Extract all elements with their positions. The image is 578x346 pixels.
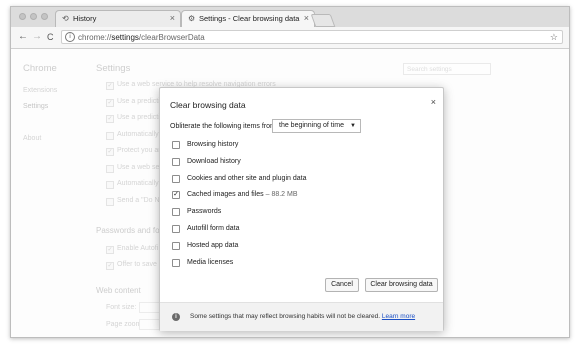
info-icon: i: [172, 313, 180, 321]
time-range-select[interactable]: the beginning of time ▼: [272, 119, 361, 133]
checkbox[interactable]: [172, 258, 180, 267]
toolbar: ← → C i chrome://settings/clearBrowserDa…: [11, 27, 569, 49]
back-arrow-icon[interactable]: ←: [18, 30, 28, 44]
clear-browsing-data-dialog: Clear browsing data × Obliterate the fol…: [159, 87, 444, 331]
page-info-icon[interactable]: i: [65, 32, 75, 42]
browser-window: ⟲ History × ⚙ Settings - Clear browsing …: [10, 6, 570, 338]
option-label: Cookies and other site and plugin data: [187, 175, 306, 182]
option-text: Cached images and files: [187, 191, 264, 199]
learn-more-link[interactable]: Learn more: [382, 313, 415, 320]
gear-icon: ⚙: [188, 14, 196, 23]
tab-label: History: [73, 14, 97, 23]
footer-note: Some settings that may reflect browsing …: [190, 313, 415, 320]
checkbox[interactable]: [172, 208, 180, 217]
option-text: Hosted app data: [187, 241, 239, 249]
history-icon: ⟲: [62, 14, 69, 23]
option-text: Autofill form data: [187, 225, 240, 232]
close-tab-icon[interactable]: ×: [304, 11, 309, 26]
reload-icon[interactable]: C: [47, 30, 54, 44]
time-range-value: the beginning of time: [279, 122, 344, 129]
option-label: Cached images and files – 88.2 MB: [187, 191, 298, 198]
minimize-window-button[interactable]: [30, 13, 37, 20]
new-tab-button[interactable]: [310, 14, 336, 27]
tab-label: Settings - Clear browsing data: [199, 14, 300, 23]
obliterate-label: Obliterate the following items from:: [170, 123, 278, 130]
chevron-down-icon: ▼: [350, 123, 356, 129]
address-bar[interactable]: i chrome://settings/clearBrowserData ☆: [61, 30, 563, 44]
option-text: Media licenses: [187, 258, 234, 266]
checkbox[interactable]: ✓: [172, 191, 180, 200]
option-text: Browsing history: [187, 141, 239, 148]
forward-arrow-icon[interactable]: →: [32, 30, 42, 44]
option-label: Browsing history: [187, 141, 238, 148]
dialog-title: Clear browsing data: [170, 100, 246, 110]
url-path: /clearBrowserData: [138, 33, 205, 42]
option-text: Cookies and other site and plugin data: [187, 174, 307, 182]
checkbox[interactable]: [172, 157, 180, 166]
option-text: Download history: [187, 157, 241, 165]
tab-settings[interactable]: ⚙ Settings - Clear browsing data ×: [181, 10, 315, 27]
maximize-window-button[interactable]: [41, 13, 48, 20]
cancel-button[interactable]: Cancel: [325, 278, 359, 292]
checkbox[interactable]: [172, 225, 180, 233]
bookmark-star-icon[interactable]: ☆: [550, 31, 558, 43]
url-host: settings: [111, 33, 139, 42]
title-bar: ⟲ History × ⚙ Settings - Clear browsing …: [11, 7, 569, 27]
checkbox[interactable]: [172, 141, 180, 149]
tab-history[interactable]: ⟲ History ×: [55, 10, 181, 27]
option-label: Download history: [187, 158, 241, 165]
settings-page: Chrome Extensions Settings About Setting…: [11, 49, 569, 337]
url-text: chrome://settings/clearBrowserData: [78, 32, 205, 43]
option-label: Passwords: [187, 208, 221, 215]
close-window-button[interactable]: [19, 13, 26, 20]
clear-browsing-data-button[interactable]: Clear browsing data: [365, 278, 438, 292]
footer-text: Some settings that may reflect browsing …: [190, 313, 381, 320]
cache-size: 88.2 MB: [271, 191, 298, 199]
close-icon[interactable]: ×: [431, 97, 436, 107]
option-label: Autofill form data: [187, 225, 240, 232]
dialog-footer: i Some settings that may reflect browsin…: [160, 302, 443, 331]
url-scheme: chrome://: [78, 33, 112, 42]
close-tab-icon[interactable]: ×: [170, 11, 175, 26]
option-text: Passwords: [187, 208, 222, 216]
option-label: Hosted app data: [187, 242, 238, 249]
checkbox[interactable]: [172, 174, 180, 183]
checkbox[interactable]: [172, 241, 180, 250]
option-label: Media licenses: [187, 259, 233, 266]
